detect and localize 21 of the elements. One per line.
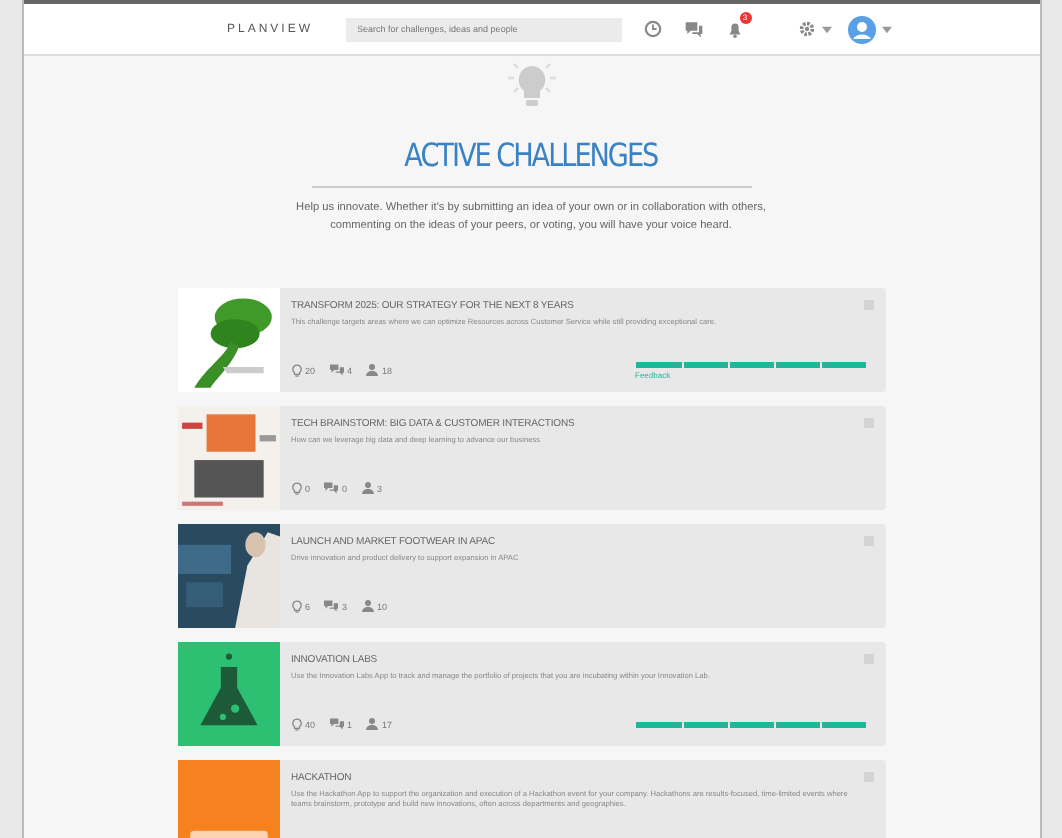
- chat-icon[interactable]: [683, 20, 704, 38]
- comment-icon: [324, 600, 339, 613]
- person-icon: [366, 718, 379, 731]
- caret-icon[interactable]: [821, 25, 831, 33]
- person-icon: [361, 600, 374, 613]
- comment-icon: [324, 482, 339, 495]
- comment-icon: [329, 364, 344, 377]
- caret-icon[interactable]: [881, 25, 891, 33]
- lightbulb-icon: [291, 481, 301, 496]
- lightbulb-icon: [291, 717, 301, 732]
- clock-icon[interactable]: [643, 20, 662, 38]
- person-icon: [366, 364, 379, 377]
- avatar-icon[interactable]: [847, 15, 875, 43]
- comment-icon: [329, 718, 344, 731]
- settings-icon[interactable]: [797, 20, 815, 38]
- challenge-card[interactable]: [177, 760, 885, 838]
- page-title: ACTIVE CHALLENGES: [404, 136, 658, 174]
- lightbulb-icon: [291, 599, 301, 614]
- bell-icon[interactable]: [725, 20, 744, 38]
- lightbulb-icon: [291, 363, 301, 378]
- person-icon: [361, 482, 374, 495]
